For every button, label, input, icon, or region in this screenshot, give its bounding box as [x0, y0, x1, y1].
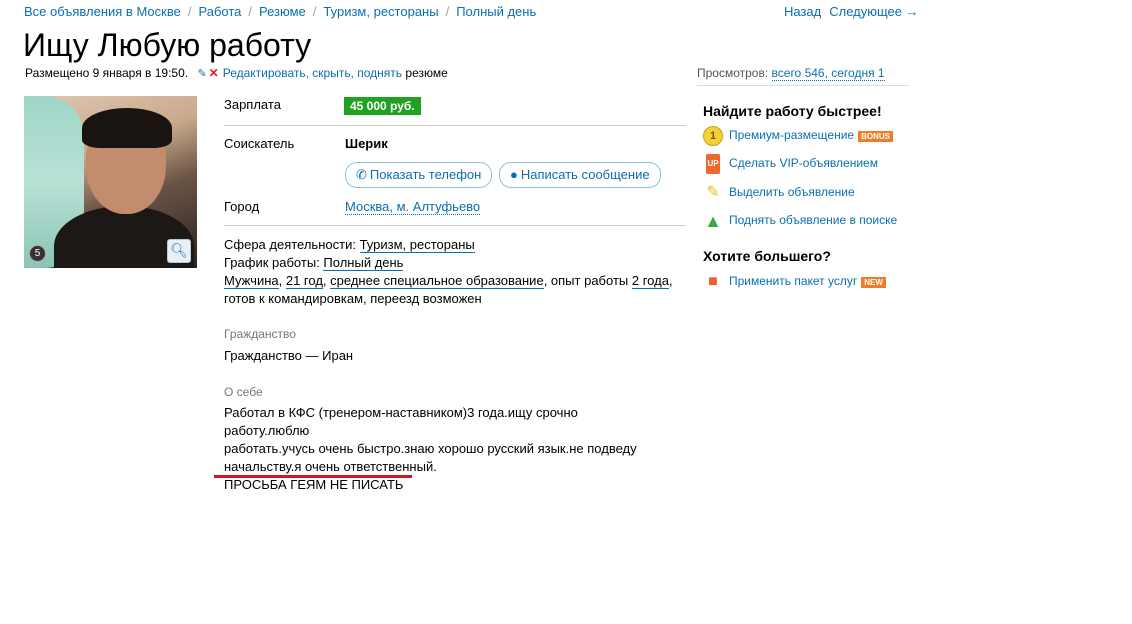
resume-word: резюме: [405, 66, 448, 80]
gender-link[interactable]: Мужчина: [224, 273, 279, 289]
schedule-label: График работы:: [224, 255, 320, 270]
about-line: начальству.я очень ответственный.: [224, 459, 437, 474]
phone-icon: ✆: [356, 167, 367, 182]
sphere-link[interactable]: Туризм, рестораны: [359, 237, 475, 253]
divider: [224, 225, 686, 226]
breadcrumb-resume[interactable]: Резюме: [259, 4, 306, 19]
red-underline: [214, 475, 412, 478]
citizenship-text: Гражданство — Иран: [224, 348, 354, 363]
highlighter-icon: ✎: [706, 184, 720, 201]
sidebar-item-highlight[interactable]: ✎ Выделить объявление: [703, 183, 855, 203]
post-meta: Размещено 9 января в 19:50. ✎ ✕ Редактиров…: [25, 66, 448, 80]
posted-date: Размещено 9 января в 19:50.: [25, 66, 189, 80]
chat-bubble-icon: ●: [510, 167, 518, 182]
close-icon[interactable]: ✕: [209, 66, 219, 80]
sphere-row: Сфера деятельности: Туризм, рестораны: [224, 236, 674, 254]
views-label: Просмотров:: [697, 66, 769, 80]
package-link[interactable]: Применить пакет услуг: [729, 274, 857, 288]
travel-text: готов к командировкам, переезд возможен: [224, 291, 482, 306]
salary-label: Зарплата: [224, 97, 281, 112]
show-phone-button[interactable]: ✆ Показать телефон: [345, 162, 493, 188]
vip-icon: UP: [706, 154, 720, 174]
write-message-label: Написать сообщение: [520, 167, 650, 182]
citizenship-title: Гражданство: [224, 327, 296, 341]
highlight-link[interactable]: Выделить объявление: [729, 185, 855, 199]
about-title: О себе: [224, 385, 263, 399]
age-link[interactable]: 21 год: [285, 273, 323, 289]
sidebar-heading-more: Хотите большего?: [703, 248, 831, 264]
about-line: ПРОСЬБА ГЕЯМ НЕ ПИСАТЬ: [224, 477, 404, 492]
salary-value: 45 000 руб.: [344, 97, 421, 115]
sidebar-item-raise[interactable]: ▲ Поднять объявление в поиске: [703, 211, 897, 231]
next-link[interactable]: Следующее →: [829, 4, 918, 19]
sidebar-item-premium[interactable]: 1 Премиум-размещение BONUS: [703, 126, 893, 146]
profile-photo[interactable]: 5 🔍︎: [24, 96, 197, 268]
breadcrumb-all-ads[interactable]: Все объявления в Москве: [24, 4, 181, 19]
about-line: Работал в КФС (тренером-наставником)3 го…: [224, 405, 578, 438]
gift-box-icon: ■: [708, 273, 718, 290]
photo-hair: [82, 108, 172, 148]
vip-link[interactable]: Сделать VIP-объявлением: [729, 156, 878, 170]
bonus-badge: BONUS: [858, 130, 893, 142]
experience-link[interactable]: 2 года: [631, 273, 669, 289]
photo-count-badge: 5: [29, 245, 46, 262]
breadcrumb-tourism[interactable]: Туризм, рестораны: [323, 4, 438, 19]
divider: [224, 125, 686, 126]
show-phone-label: Показать телефон: [369, 167, 482, 182]
premium-link[interactable]: Премиум-размещение: [729, 128, 854, 142]
breadcrumb-fullday[interactable]: Полный день: [456, 4, 536, 19]
raise-link[interactable]: Поднять объявление в поиске: [729, 213, 897, 227]
profile-row: Мужчина, 21 год, среднее специальное обр…: [224, 273, 673, 289]
views-value[interactable]: всего 546, сегодня 1: [771, 66, 885, 81]
zoom-icon[interactable]: 🔍︎: [167, 239, 191, 263]
arrow-up-icon: ▲: [704, 211, 722, 231]
schedule-link[interactable]: Полный день: [323, 255, 404, 271]
sidebar-item-package[interactable]: ■ Применить пакет услуг NEW: [703, 272, 886, 292]
applicant-name: Шерик: [345, 136, 388, 151]
breadcrumb: Все объявления в Москве / Работа / Резюме / Ту…: [24, 4, 537, 19]
sidebar-heading-faster: Найдите работу быстрее!: [703, 103, 882, 119]
pencil-icon[interactable]: ✎: [197, 68, 206, 80]
sidebar-item-vip[interactable]: UP Сделать VIP-объявлением: [703, 154, 878, 174]
new-badge: NEW: [861, 276, 886, 288]
about-text: Работал в КФС (тренером-наставником)3 го…: [224, 404, 664, 494]
schedule-row: График работы: Полный день: [224, 254, 674, 272]
applicant-label: Соискатель: [224, 136, 295, 151]
breadcrumb-work[interactable]: Работа: [198, 4, 241, 19]
experience-prefix: , опыт работы: [543, 273, 629, 288]
education-link[interactable]: среднее специальное образование: [330, 273, 544, 289]
city-link[interactable]: Москва, м. Алтуфьево: [345, 199, 481, 215]
page-title: Ищу Любую работу: [23, 27, 312, 63]
about-line: работать.учусь очень быстро.знаю хорошо …: [224, 441, 637, 456]
edit-link[interactable]: Редактировать, скрыть, поднять: [223, 66, 402, 80]
resume-details: Сфера деятельности: Туризм, рестораны Гр…: [224, 236, 674, 308]
views-counter: Просмотров: всего 546, сегодня 1: [697, 66, 909, 86]
pagination-nav: Назад Следующее →: [784, 4, 919, 19]
sphere-label: Сфера деятельности:: [224, 237, 356, 252]
city-label: Город: [224, 199, 260, 214]
write-message-button[interactable]: ● Написать сообщение: [499, 162, 661, 188]
back-link[interactable]: Назад: [784, 4, 821, 19]
coin-icon: 1: [703, 126, 723, 146]
